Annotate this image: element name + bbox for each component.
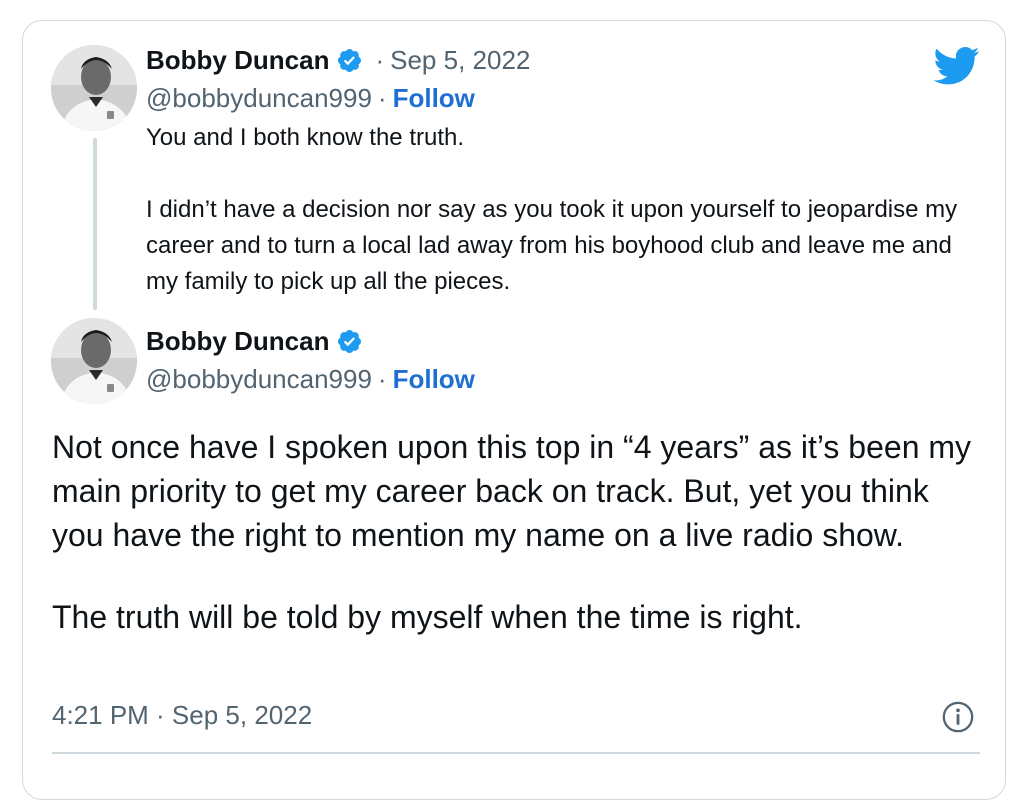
separator: · <box>375 45 385 75</box>
reply-author-row: Bobby Duncan · Sep 5, 2022 <box>146 45 530 76</box>
author-handle[interactable]: @bobbyduncan999 <box>146 83 372 114</box>
reply-handle-row: @bobbyduncan999 · Follow <box>146 83 475 114</box>
twitter-bird-icon[interactable] <box>934 46 980 86</box>
tweet-date[interactable]: Sep 5, 2022 <box>390 45 530 76</box>
author-name[interactable]: Bobby Duncan <box>146 45 329 76</box>
follow-button[interactable]: Follow <box>393 364 475 395</box>
tweet-paragraph: I didn’t have a decision nor say as you … <box>146 196 958 295</box>
main-tweet-text: Not once have I spoken upon this top in … <box>52 425 972 639</box>
avatar[interactable] <box>51 318 137 404</box>
tweet-paragraph: The truth will be told by myself when th… <box>52 599 803 635</box>
follow-button[interactable]: Follow <box>393 83 475 114</box>
tweet-paragraph: Not once have I spoken upon this top in … <box>52 429 972 553</box>
info-icon[interactable] <box>941 700 975 734</box>
main-handle-row: @bobbyduncan999 · Follow <box>146 364 475 395</box>
divider <box>52 752 980 754</box>
thread-connector-line <box>93 138 97 310</box>
tweet-timestamp[interactable]: 4:21 PM · Sep 5, 2022 <box>52 700 312 731</box>
separator: · <box>377 83 387 113</box>
author-name[interactable]: Bobby Duncan <box>146 326 329 357</box>
verified-badge-icon <box>338 329 362 354</box>
separator: · <box>377 364 387 394</box>
verified-badge-icon <box>338 48 362 73</box>
main-author-row: Bobby Duncan <box>146 326 363 357</box>
author-handle[interactable]: @bobbyduncan999 <box>146 364 372 395</box>
tweet-paragraph: You and I both know the truth. <box>146 124 465 151</box>
avatar[interactable] <box>51 45 137 131</box>
reply-tweet-text: You and I both know the truth. I didn’t … <box>146 120 986 300</box>
